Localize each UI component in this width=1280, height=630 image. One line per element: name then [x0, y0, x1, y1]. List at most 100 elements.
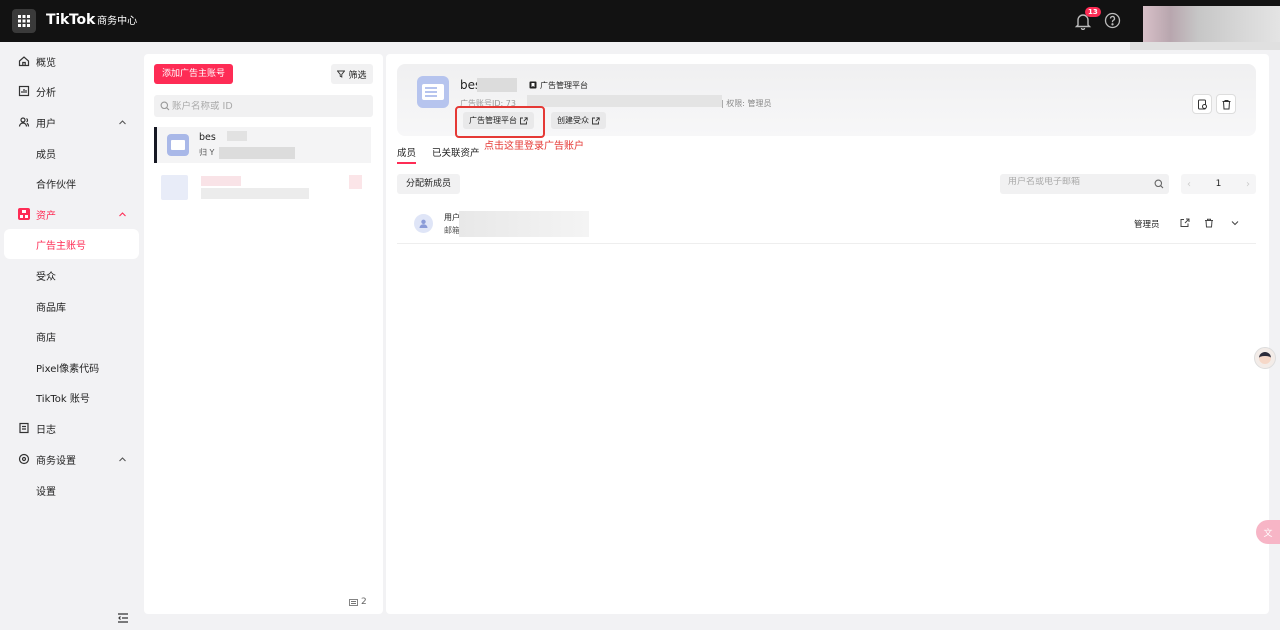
- member-search[interactable]: [1000, 174, 1169, 194]
- log-icon: [19, 422, 29, 434]
- filter-icon: [337, 70, 346, 78]
- sidebar-item-users[interactable]: 用户: [0, 107, 139, 137]
- settings-icon: [18, 453, 30, 465]
- user-profile-blurred[interactable]: [1143, 6, 1280, 42]
- table-row[interactable]: 用户 邮箱 管理员: [397, 204, 1256, 244]
- account-search-input[interactable]: [172, 100, 362, 112]
- redacted-block: [527, 95, 722, 107]
- sidebar-item-advertiser-accounts[interactable]: 广告主账号: [4, 229, 139, 259]
- sidebar-item-label: 用户: [36, 118, 56, 130]
- current-page[interactable]: 1: [1216, 179, 1222, 189]
- account-count-value: 2: [361, 597, 367, 607]
- assign-member-button[interactable]: 分配新成员: [397, 174, 461, 194]
- search-icon: [160, 101, 170, 111]
- sidebar-item-overview[interactable]: 概览: [0, 46, 139, 76]
- account-name: bes: [199, 132, 216, 143]
- help-icon[interactable]: [1104, 12, 1121, 29]
- sidebar-item-label: 资产: [36, 210, 56, 222]
- sidebar-item-label: TikTok 账号: [36, 393, 90, 405]
- member-role[interactable]: 管理员: [1134, 218, 1160, 230]
- chevron-up-icon[interactable]: [118, 210, 127, 219]
- brand-sub: 商务中心: [97, 16, 138, 27]
- create-audience-button[interactable]: 创建受众: [551, 112, 606, 129]
- sidebar-item-assets[interactable]: 资产: [0, 199, 139, 229]
- collapse-sidebar-icon[interactable]: [117, 612, 129, 624]
- account-icon: [167, 134, 189, 156]
- sidebar-item-members[interactable]: 成员: [0, 138, 139, 168]
- sidebar-item-label: 商务设置: [36, 455, 76, 467]
- button-label: 创建受众: [557, 116, 589, 125]
- account-detail-panel: bes 广告管理平台 广告账号ID: 73 | 权限: 管理员 广告管理平台 创…: [386, 54, 1269, 614]
- sidebar-item-label: 商店: [36, 332, 56, 344]
- redacted-block: [201, 188, 309, 199]
- home-icon: [18, 56, 30, 67]
- chevron-down-icon[interactable]: [1230, 218, 1240, 228]
- tab-members[interactable]: 成员: [397, 145, 417, 164]
- sidebar-item-catalogs[interactable]: 商品库: [0, 291, 139, 321]
- permission-value: 管理员: [747, 99, 772, 108]
- sidebar-item-pixel[interactable]: Pixel像素代码: [0, 352, 139, 382]
- external-link-icon: [592, 116, 600, 124]
- chevron-up-icon[interactable]: [118, 455, 127, 464]
- assets-icon: [18, 208, 30, 220]
- delete-account-button[interactable]: [1216, 94, 1236, 114]
- sidebar-item-label: 设置: [36, 486, 56, 498]
- annotation-note: 点击这里登录广告账户: [484, 141, 584, 152]
- next-page-icon[interactable]: ›: [1246, 179, 1250, 190]
- account-count: 2: [349, 597, 367, 607]
- tiktok-logo[interactable]: TikTok 商务中心: [46, 12, 137, 28]
- users-icon: [18, 117, 30, 127]
- sidebar-item-label: Pixel像素代码: [36, 363, 100, 375]
- account-settings-button[interactable]: [1192, 94, 1212, 114]
- list-icon: [349, 598, 358, 606]
- sidebar-item-partners[interactable]: 合作伙伴: [0, 168, 139, 198]
- filter-button[interactable]: 筛选: [331, 64, 373, 84]
- sidebar-item-audiences[interactable]: 受众: [0, 260, 139, 290]
- sidebar-item-business-settings[interactable]: 商务设置: [0, 444, 139, 474]
- redacted-block: [219, 147, 295, 159]
- account-icon: [417, 76, 449, 108]
- account-search[interactable]: [154, 95, 373, 117]
- sidebar-item-label: 合作伙伴: [36, 179, 76, 191]
- sidebar-item-label: 概览: [36, 57, 56, 69]
- sidebar-item-analytics[interactable]: 分析: [0, 76, 139, 106]
- sidebar-item-tiktok-accounts[interactable]: TikTok 账号: [0, 382, 139, 412]
- chart-icon: [18, 85, 30, 97]
- highlight-annotation-box: [455, 106, 545, 138]
- trash-icon[interactable]: [1204, 218, 1214, 228]
- sidebar-item-label: 日志: [36, 424, 56, 436]
- sidebar-item-label: 商品库: [36, 302, 66, 314]
- prev-page-icon[interactable]: ‹: [1187, 179, 1191, 190]
- filter-label: 筛选: [348, 70, 367, 81]
- member-user-label: 用户: [444, 213, 460, 222]
- top-bar: TikTok 商务中心 13: [0, 0, 1280, 42]
- sidebar-item-logs[interactable]: 日志: [0, 413, 139, 443]
- redacted-block: [349, 175, 362, 189]
- sidebar-item-settings[interactable]: 设置: [0, 475, 139, 505]
- account-list-item[interactable]: bes 归 Y: [154, 127, 371, 163]
- tab-linked-assets[interactable]: 已关联资产: [432, 145, 480, 159]
- account-sub: 归 Y: [199, 148, 215, 157]
- redacted-block[interactable]: [161, 175, 188, 200]
- add-advertiser-account-button[interactable]: 添加广告主账号: [154, 64, 234, 84]
- notification-badge: 13: [1085, 7, 1101, 17]
- external-link-icon[interactable]: [1180, 218, 1190, 228]
- brand-name: TikTok: [46, 12, 96, 28]
- permission: | 权限: 管理员: [721, 98, 771, 109]
- chevron-up-icon[interactable]: [118, 118, 127, 127]
- accounts-panel: 添加广告主账号 筛选 bes 归 Y 2: [144, 54, 383, 614]
- sidebar-item-label: 广告主账号: [36, 240, 86, 252]
- permission-label: | 权限:: [721, 99, 745, 108]
- member-email-label: 邮箱: [444, 226, 460, 235]
- member-search-input[interactable]: [1008, 177, 1148, 187]
- apps-grid-icon[interactable]: [12, 9, 36, 33]
- bookmark-icon: [529, 81, 537, 89]
- sidebar-item-label: 受众: [36, 271, 56, 283]
- assistant-avatar[interactable]: [1254, 347, 1276, 369]
- translate-icon[interactable]: 文: [1256, 520, 1280, 544]
- trash-icon: [1222, 99, 1230, 109]
- sidebar-item-shops[interactable]: 商店: [0, 321, 139, 351]
- settings-doc-icon: [1197, 99, 1207, 109]
- redacted-block: [477, 78, 517, 92]
- platform-tag: 广告管理平台: [529, 79, 588, 91]
